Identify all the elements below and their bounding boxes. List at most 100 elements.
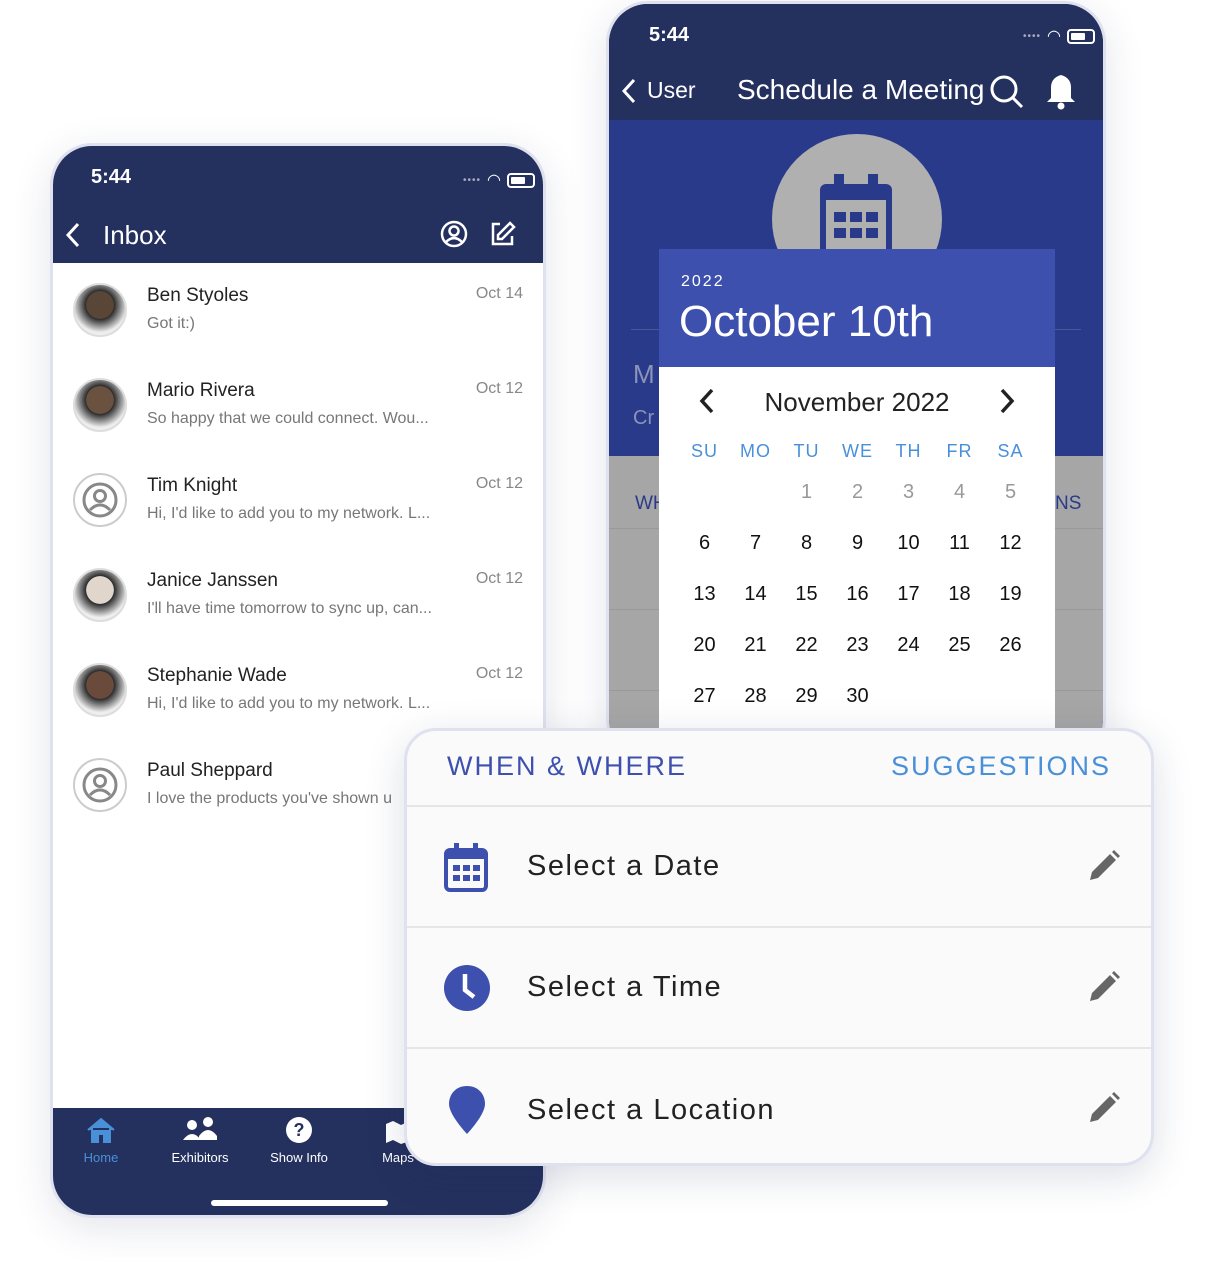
tab-home[interactable]: Home: [53, 1116, 151, 1165]
day-cell[interactable]: 8: [781, 532, 832, 555]
day-cell[interactable]: 25: [934, 634, 985, 657]
day-cell[interactable]: 28: [730, 685, 781, 708]
select-location-row[interactable]: Select a Location: [407, 1049, 1151, 1163]
card-tabs: WHEN & WHERE SUGGESTIONS: [407, 731, 1151, 807]
question-icon: ?: [286, 1117, 312, 1143]
weekday-label: TH: [895, 441, 922, 461]
day-cell[interactable]: 24: [883, 634, 934, 657]
day-cell[interactable]: 5: [985, 481, 1036, 504]
weekday-label: TU: [793, 441, 820, 461]
avatar: [73, 663, 127, 717]
date-picker-header: 2022 October 10th: [659, 249, 1055, 367]
day-cell[interactable]: 30: [832, 685, 883, 708]
wifi-icon: ◠: [487, 172, 501, 189]
map-pin-icon: [449, 1086, 485, 1134]
day-cell[interactable]: 14: [730, 583, 781, 606]
picker-year[interactable]: 2022: [681, 273, 725, 291]
avatar: [73, 568, 127, 622]
empty-day-cell: [679, 481, 730, 504]
day-cell[interactable]: 27: [679, 685, 730, 708]
message-list-item[interactable]: Stephanie Wade Hi, I'd like to add you t…: [53, 643, 543, 738]
partial-text: M: [633, 359, 655, 389]
day-cell[interactable]: 16: [832, 583, 883, 606]
avatar: [73, 378, 127, 432]
day-cell[interactable]: 11: [934, 532, 985, 555]
tab-when-where[interactable]: WHEN & WHERE: [447, 751, 687, 782]
partial-text: Cr: [633, 407, 655, 429]
bell-icon[interactable]: [1045, 72, 1077, 110]
next-month-icon[interactable]: [999, 387, 1017, 415]
back-chevron-icon[interactable]: [621, 78, 637, 104]
message-list-item[interactable]: Tim Knight Hi, I'd like to add you to my…: [53, 453, 543, 548]
weekday-label: SA: [997, 441, 1024, 461]
day-cell[interactable]: 17: [883, 583, 934, 606]
message-list-item[interactable]: Janice Janssen I'll have time tomorrow t…: [53, 548, 543, 643]
message-preview: Got it:): [147, 315, 196, 332]
day-cell[interactable]: 22: [781, 634, 832, 657]
clock-icon: [444, 965, 490, 1011]
user-placeholder-icon: [82, 767, 118, 803]
svg-text:?: ?: [294, 1120, 305, 1140]
message-list-item[interactable]: Ben Styoles Got it:) Oct 14: [53, 263, 543, 358]
day-cell[interactable]: 26: [985, 634, 1036, 657]
day-cell[interactable]: 1: [781, 481, 832, 504]
message-list-item[interactable]: Mario Rivera So happy that we could conn…: [53, 358, 543, 453]
day-cell[interactable]: 15: [781, 583, 832, 606]
day-cell[interactable]: 20: [679, 634, 730, 657]
day-cell[interactable]: 6: [679, 532, 730, 555]
tab-label: Exhibitors: [171, 1150, 229, 1165]
message-preview: Hi, I'd like to add you to my network. L…: [147, 695, 431, 712]
day-cell[interactable]: 12: [985, 532, 1036, 555]
tab-show-info[interactable]: ? Show Info: [249, 1116, 349, 1165]
profile-icon[interactable]: [440, 220, 468, 248]
select-time-row[interactable]: Select a Time: [407, 928, 1151, 1049]
day-cell[interactable]: 2: [832, 481, 883, 504]
day-cell[interactable]: 7: [730, 532, 781, 555]
battery-icon: [1067, 28, 1095, 44]
day-cell[interactable]: 23: [832, 634, 883, 657]
day-grid: 1 2 3 4 5 6 7 8 9 10 11 12 13 14 15 16 17 18 19 20 21 22 23 24 2…: [679, 481, 1036, 708]
weekday-headers: SU MO TU WE TH FR SA: [679, 441, 1036, 462]
schedule-phone: 5:44 •••• ◠ User Schedule a Meeting M Cr …: [606, 1, 1106, 761]
search-icon[interactable]: [989, 74, 1025, 110]
edit-pencil-icon[interactable]: [1087, 1091, 1121, 1125]
day-cell[interactable]: 4: [934, 481, 985, 504]
day-cell[interactable]: 10: [883, 532, 934, 555]
message-date: Oct 12: [475, 665, 523, 682]
day-cell[interactable]: 19: [985, 583, 1036, 606]
when-where-card: WHEN & WHERE SUGGESTIONS Select a Date S…: [404, 728, 1154, 1166]
day-cell[interactable]: 3: [883, 481, 934, 504]
back-button[interactable]: User: [647, 77, 696, 104]
select-date-row[interactable]: Select a Date: [407, 807, 1151, 928]
weekday-label: FR: [946, 441, 973, 461]
date-picker: 2022 October 10th November 2022 SU MO TU WE…: [659, 249, 1055, 758]
day-cell[interactable]: 13: [679, 583, 730, 606]
page-title: Schedule a Meeting: [737, 74, 985, 105]
avatar: [73, 283, 127, 337]
message-preview: Hi, I'd like to add you to my network. L…: [147, 505, 431, 522]
day-cell[interactable]: 21: [730, 634, 781, 657]
message-preview: I'll have time tomorrow to sync up, can.…: [147, 600, 432, 617]
weekday-label: WE: [842, 441, 873, 461]
message-date: Oct 12: [475, 570, 523, 587]
day-cell[interactable]: 9: [832, 532, 883, 555]
status-time: 5:44: [649, 24, 690, 46]
exhibitors-icon: [183, 1117, 217, 1140]
battery-icon: [507, 172, 535, 188]
day-cell[interactable]: 18: [934, 583, 985, 606]
edit-pencil-icon[interactable]: [1087, 970, 1121, 1004]
edit-pencil-icon[interactable]: [1087, 849, 1121, 883]
home-icon: [87, 1117, 115, 1143]
inbox-header: 5:44 •••• ◠ Inbox: [53, 146, 543, 263]
day-cell[interactable]: 29: [781, 685, 832, 708]
picker-selected-date: October 10th: [679, 297, 934, 346]
tab-exhibitors[interactable]: Exhibitors: [150, 1116, 250, 1165]
sender-name: Ben Styoles: [147, 285, 249, 306]
status-icons: •••• ◠: [1023, 26, 1095, 46]
compose-icon[interactable]: [488, 220, 516, 248]
user-placeholder-icon: [82, 482, 118, 518]
calendar-icon: [444, 843, 488, 892]
back-chevron-icon[interactable]: [65, 222, 81, 248]
avatar: [73, 473, 127, 527]
tab-suggestions[interactable]: SUGGESTIONS: [891, 751, 1111, 782]
